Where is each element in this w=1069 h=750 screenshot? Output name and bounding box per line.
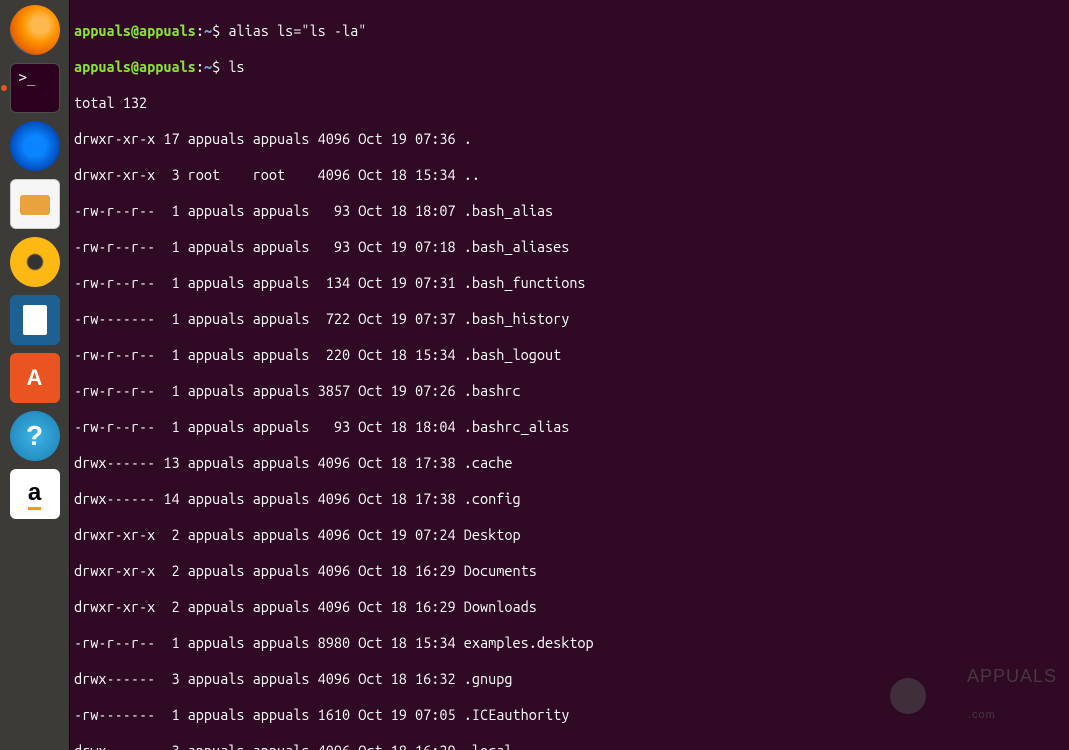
launcher-dock — [0, 0, 70, 750]
prompt-path: ~ — [204, 22, 212, 39]
output-entry: drwx------ 13 appuals appuals 4096 Oct 1… — [74, 454, 1065, 472]
help-icon[interactable] — [10, 411, 60, 461]
output-entry: -rw-r--r-- 1 appuals appuals 93 Oct 18 1… — [74, 202, 1065, 220]
terminal-window[interactable]: appuals@appuals:~$ alias ls="ls -la" app… — [70, 0, 1069, 750]
output-entry: drwxr-xr-x 17 appuals appuals 4096 Oct 1… — [74, 130, 1065, 148]
watermark-logo-icon — [890, 678, 926, 714]
command-text: ls — [228, 58, 244, 75]
ubuntu-software-icon[interactable] — [10, 353, 60, 403]
watermark-text: APPUALS — [967, 666, 1057, 686]
watermark-subtext: .com — [968, 709, 996, 721]
output-entry: drwxr-xr-x 2 appuals appuals 4096 Oct 18… — [74, 562, 1065, 580]
output-entry: -rw------- 1 appuals appuals 722 Oct 19 … — [74, 310, 1065, 328]
output-entry: drwx------ 14 appuals appuals 4096 Oct 1… — [74, 490, 1065, 508]
command-text: alias ls="ls -la" — [228, 22, 366, 39]
output-entry: -rw-r--r-- 1 appuals appuals 93 Oct 18 1… — [74, 418, 1065, 436]
prompt-colon: : — [196, 22, 204, 39]
firefox-icon[interactable] — [10, 5, 60, 55]
libreoffice-writer-icon[interactable] — [10, 295, 60, 345]
prompt-line: appuals@appuals:~$ ls — [74, 58, 1065, 76]
amazon-icon[interactable] — [10, 469, 60, 519]
output-total: total 132 — [74, 94, 1065, 112]
terminal-icon[interactable] — [10, 63, 60, 113]
output-entry: drwxr-xr-x 3 root root 4096 Oct 18 15:34… — [74, 166, 1065, 184]
thunderbird-icon[interactable] — [10, 121, 60, 171]
rhythmbox-icon[interactable] — [10, 237, 60, 287]
output-entry: drwx------ 3 appuals appuals 4096 Oct 18… — [74, 742, 1065, 750]
output-entry: -rw-r--r-- 1 appuals appuals 3857 Oct 19… — [74, 382, 1065, 400]
output-entry: drwxr-xr-x 2 appuals appuals 4096 Oct 18… — [74, 598, 1065, 616]
output-entry: -rw-r--r-- 1 appuals appuals 134 Oct 19 … — [74, 274, 1065, 292]
output-entry: drwxr-xr-x 2 appuals appuals 4096 Oct 19… — [74, 526, 1065, 544]
watermark: APPUALS .com — [890, 649, 1057, 742]
output-entry: -rw-r--r-- 1 appuals appuals 220 Oct 18 … — [74, 346, 1065, 364]
output-entry: -rw-r--r-- 1 appuals appuals 93 Oct 19 0… — [74, 238, 1065, 256]
prompt-line: appuals@appuals:~$ alias ls="ls -la" — [74, 22, 1065, 40]
files-icon[interactable] — [10, 179, 60, 229]
prompt-dollar: $ — [212, 22, 220, 39]
prompt-user: appuals@appuals — [74, 22, 196, 39]
